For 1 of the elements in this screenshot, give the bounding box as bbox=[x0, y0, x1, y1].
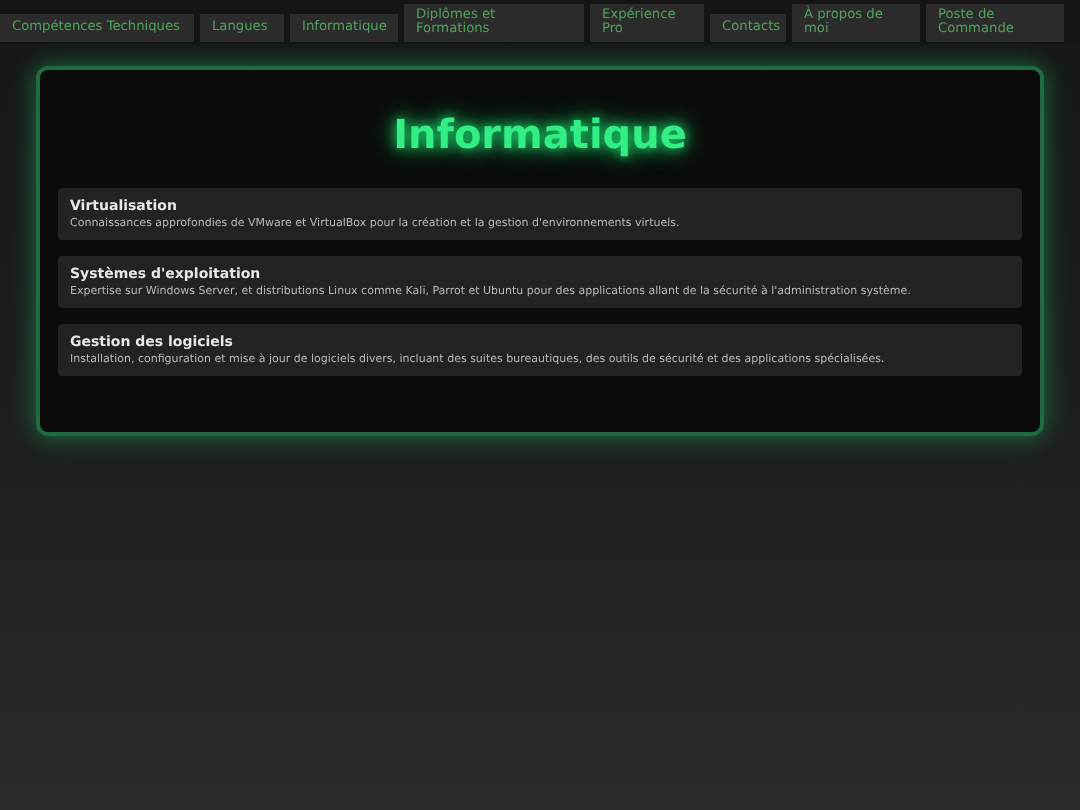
section-title: Informatique bbox=[393, 110, 687, 158]
